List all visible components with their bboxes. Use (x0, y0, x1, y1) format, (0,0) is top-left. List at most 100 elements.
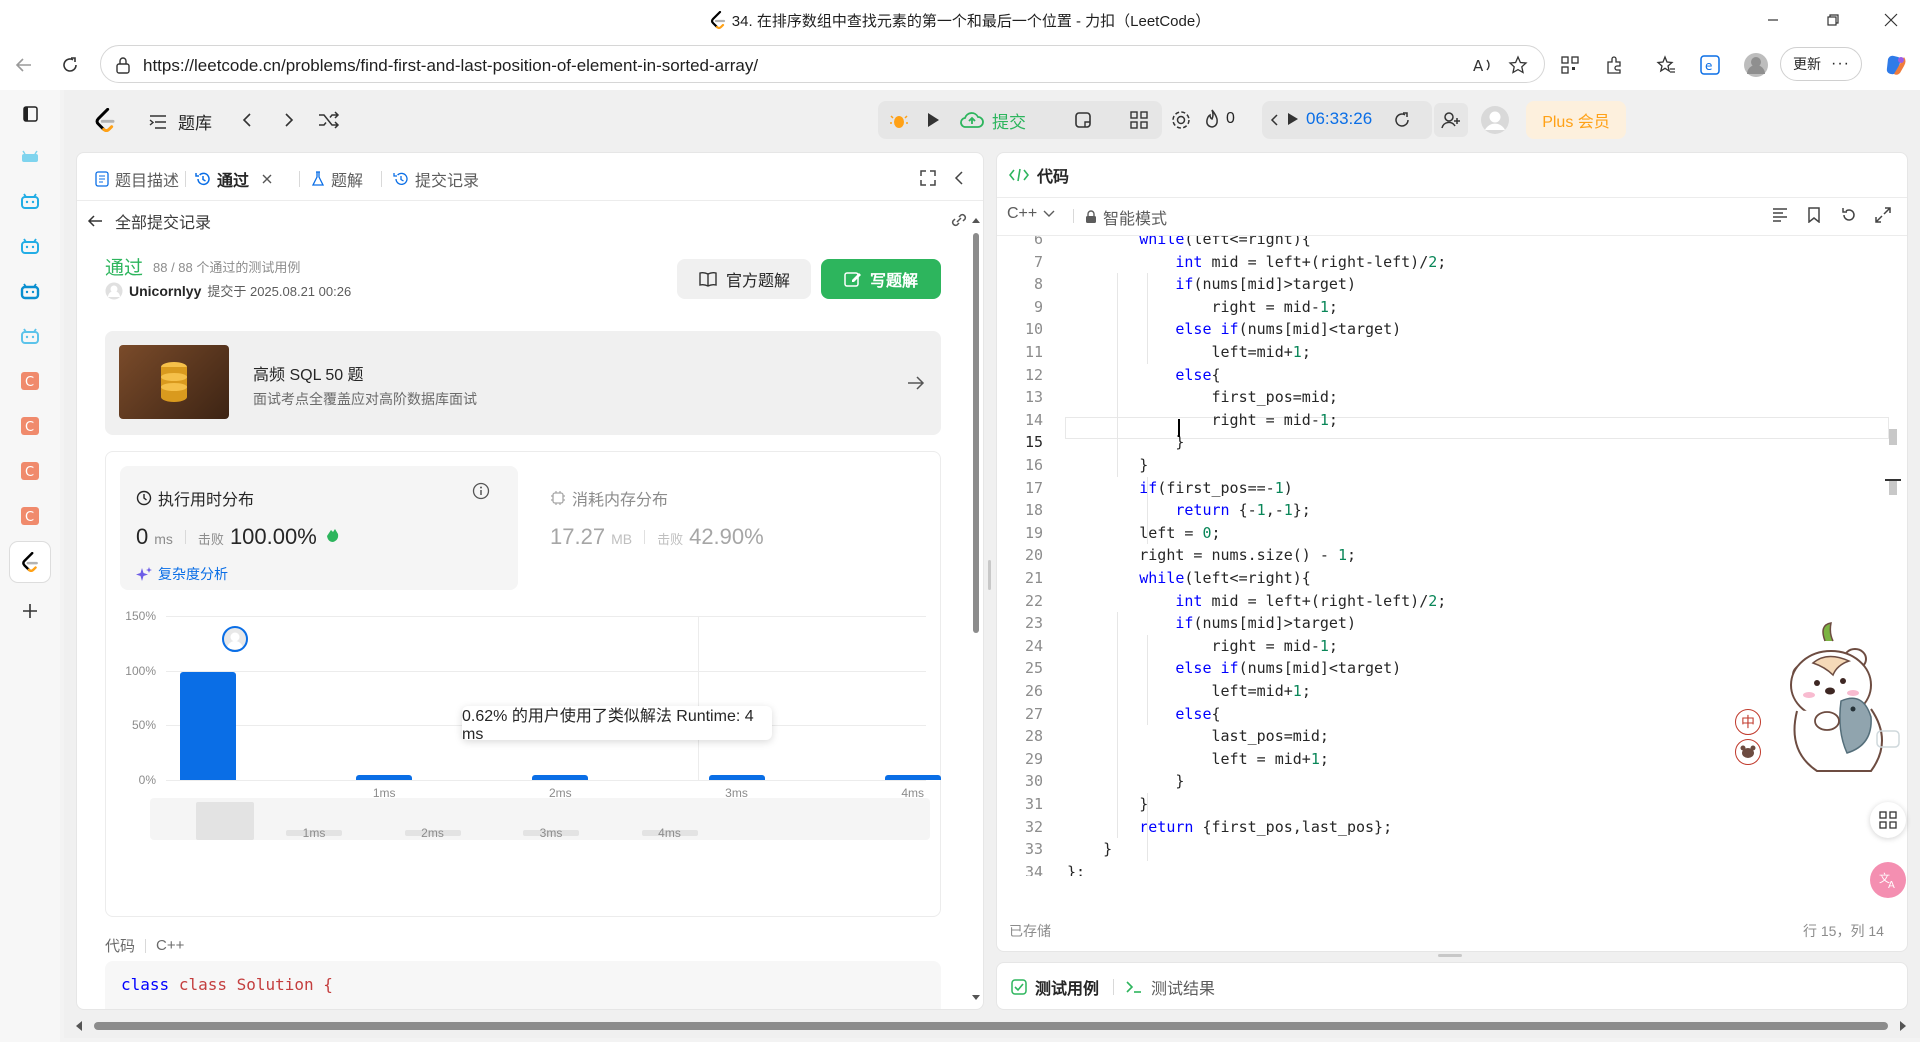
timer[interactable]: 06:33:26 (1286, 109, 1372, 129)
plus-member-button[interactable]: Plus 会员 (1526, 101, 1626, 139)
new-tab-plus-icon[interactable] (14, 595, 46, 627)
timer-reset-icon[interactable] (1388, 103, 1416, 137)
code-line[interactable]: 14 right = mid-1; (997, 409, 1907, 432)
language-select[interactable]: C++ (1007, 205, 1055, 223)
tab-description[interactable]: 题目描述 (95, 167, 179, 191)
next-problem-chevron-icon[interactable] (272, 103, 306, 137)
chart-bar[interactable] (708, 775, 765, 780)
chart-range-minimap[interactable]: 1ms 2ms 3ms 4ms (150, 798, 930, 840)
scrollbar-thumb[interactable] (94, 1022, 1888, 1030)
tab-accepted[interactable]: 通过 (195, 167, 273, 191)
ime-chinese-toggle[interactable]: 中 (1735, 709, 1761, 735)
timer-collapse-chevron-icon[interactable] (1264, 103, 1284, 137)
vertical-resize-handle[interactable] (988, 560, 991, 590)
csdn-tab-icon[interactable]: C (14, 455, 46, 487)
fullscreen-icon[interactable] (919, 169, 937, 187)
tab-test-result[interactable]: 测试结果 (1125, 975, 1215, 999)
back-arrow-icon[interactable] (10, 51, 38, 79)
chart-bar[interactable] (884, 775, 941, 780)
minimize-button[interactable] (1750, 0, 1796, 40)
csdn-tab-icon[interactable]: C (14, 365, 46, 397)
memory-box[interactable]: 消耗内存分布 17.27 MB 击败 42.90% (534, 466, 932, 590)
share-link-icon[interactable] (949, 211, 969, 229)
qr-scan-float-icon[interactable] (1870, 802, 1906, 838)
official-solution-button[interactable]: 官方题解 (677, 259, 811, 299)
tab-solutions[interactable]: 题解 (311, 167, 363, 191)
expand-editor-icon[interactable] (1875, 207, 1891, 223)
horizontal-scrollbar[interactable] (64, 1016, 1910, 1036)
tab-testcase[interactable]: 测试用例 (1011, 975, 1099, 999)
editor-scroll-marker[interactable] (1889, 479, 1897, 495)
back-to-submissions[interactable]: 全部提交记录 (87, 209, 211, 233)
prev-problem-chevron-icon[interactable] (230, 103, 264, 137)
debug-bug-icon[interactable] (882, 103, 916, 137)
code-line[interactable]: 34}; (997, 861, 1907, 876)
bilibili-tab-icon[interactable] (14, 185, 46, 217)
tab-actions-icon[interactable] (14, 98, 46, 130)
code-line[interactable]: 21 while(left<=right){ (997, 567, 1907, 590)
close-window-button[interactable] (1868, 0, 1914, 40)
left-scrollbar[interactable] (971, 211, 981, 1009)
restore-button[interactable] (1810, 0, 1856, 40)
runtime-box[interactable]: 执行用时分布 0 ms 击败 100.00% 复杂度分析 (120, 466, 518, 590)
chart-bar[interactable] (532, 775, 589, 780)
bilibili-tab-icon[interactable] (14, 320, 46, 352)
code-line[interactable]: 8 if(nums[mid]>target) (997, 273, 1907, 296)
code-line[interactable]: 11 left=mid+1; (997, 341, 1907, 364)
streak-counter[interactable]: 0 (1204, 109, 1235, 129)
code-line[interactable]: 12 else{ (997, 364, 1907, 387)
bilibili-tab-icon[interactable] (14, 230, 46, 262)
read-aloud-icon[interactable]: A (1472, 55, 1494, 75)
code-line[interactable]: 15 } (997, 431, 1907, 454)
code-line[interactable]: 19 left = 0; (997, 522, 1907, 545)
layout-grid-icon[interactable] (1122, 103, 1156, 137)
my-position-avatar[interactable] (222, 626, 248, 652)
extensions-icon[interactable] (1600, 51, 1628, 79)
reset-code-icon[interactable] (1841, 207, 1857, 223)
code-line[interactable]: 10 else if(nums[mid]<target) (997, 318, 1907, 341)
profile-avatar-icon[interactable] (1742, 51, 1770, 79)
problem-list-button[interactable]: 题库 (148, 109, 212, 134)
code-line[interactable]: 20 right = nums.size() - 1; (997, 544, 1907, 567)
username[interactable]: Unicornlyy (129, 283, 201, 299)
shuffle-icon[interactable] (312, 103, 346, 137)
code-line[interactable]: 13 first_pos=mid; (997, 386, 1907, 409)
complexity-analysis-link[interactable]: 复杂度分析 (136, 564, 228, 584)
code-line[interactable]: 16 } (997, 454, 1907, 477)
tab-submissions[interactable]: 提交记录 (393, 167, 479, 191)
address-bar[interactable]: https://leetcode.cn/problems/find-first-… (100, 45, 1545, 83)
code-line[interactable]: 17 if(first_pos==-1) (997, 477, 1907, 500)
run-play-icon[interactable] (916, 103, 950, 137)
refresh-icon[interactable] (56, 51, 84, 79)
editor-tab[interactable]: 代码 (1009, 163, 1069, 187)
favorites-icon[interactable] (1652, 51, 1680, 79)
write-solution-button[interactable]: 写题解 (821, 259, 941, 299)
code-line[interactable]: 6 while(left<=right){ (997, 236, 1907, 251)
minimap-selection-handle[interactable] (196, 802, 254, 840)
bookmark-icon[interactable] (1807, 207, 1821, 223)
format-code-icon[interactable] (1771, 207, 1789, 223)
code-line[interactable]: 9 right = mid-1; (997, 296, 1907, 319)
update-button[interactable]: 更新 ··· (1780, 47, 1862, 81)
leetcode-tab-icon[interactable] (10, 542, 50, 582)
chart-bar[interactable] (180, 671, 236, 780)
translate-float-icon[interactable]: 文A (1870, 862, 1906, 898)
settings-gear-icon[interactable] (1164, 103, 1198, 137)
url-text[interactable]: https://leetcode.cn/problems/find-first-… (143, 56, 758, 76)
code-line[interactable]: 31 } (997, 793, 1907, 816)
horizontal-resize-handle[interactable] (1438, 954, 1462, 957)
add-friend-icon[interactable] (1434, 103, 1468, 137)
editor-scroll-marker[interactable] (1889, 429, 1897, 445)
code-line[interactable]: 18 return {-1,-1}; (997, 499, 1907, 522)
close-tab-icon[interactable] (261, 173, 273, 185)
user-avatar-icon[interactable] (1478, 103, 1512, 137)
bear-mascot-sticker[interactable] (1767, 621, 1907, 781)
qr-code-icon[interactable] (1556, 51, 1584, 79)
code-line[interactable]: 32 return {first_pos,last_pos}; (997, 816, 1907, 839)
promo-banner[interactable]: 高频 SQL 50 题 面试考点全覆盖应对高阶数据库面试 (105, 331, 941, 435)
leetcode-logo-icon[interactable] (88, 103, 122, 137)
bilibili-tab-icon[interactable] (14, 275, 46, 307)
scrollbar-thumb[interactable] (973, 233, 979, 633)
notes-icon[interactable] (1066, 103, 1100, 137)
info-icon[interactable] (472, 482, 490, 500)
